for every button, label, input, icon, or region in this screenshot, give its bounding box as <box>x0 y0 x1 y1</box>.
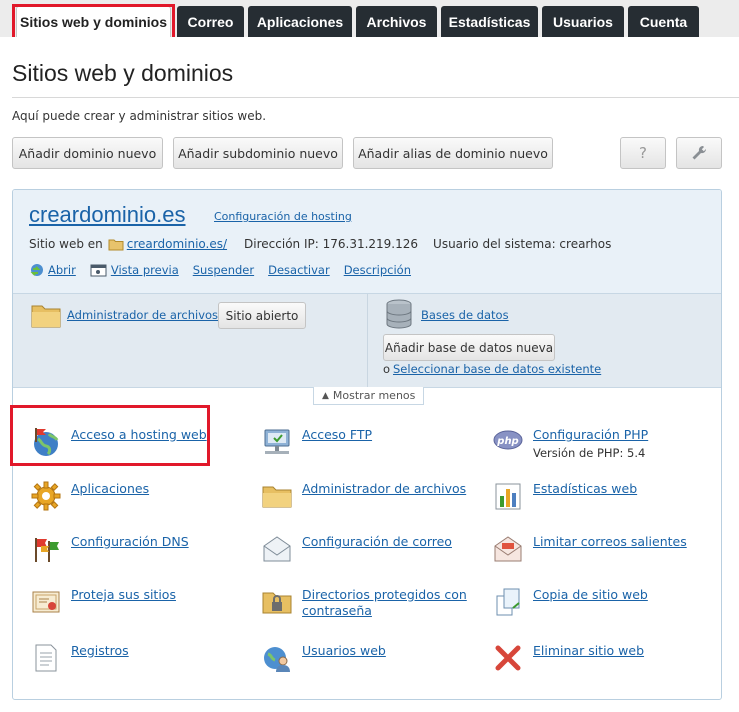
flags-icon <box>35 538 59 562</box>
mail-limit-icon <box>494 536 522 562</box>
settings-button[interactable] <box>676 137 722 169</box>
tool-php-config[interactable]: php Configuración PHP Versión de PHP: 5.4 <box>493 427 648 461</box>
deactivate-link[interactable]: Desactivar <box>268 263 330 277</box>
tool-web-stats[interactable]: Estadísticas web <box>493 481 637 511</box>
file-manager-link[interactable]: Administrador de archivos <box>67 308 218 322</box>
certificate-icon <box>32 591 60 613</box>
tool-web-users[interactable]: Usuarios web <box>262 643 386 673</box>
preview-link[interactable]: Vista previa <box>111 263 179 277</box>
tool-applications[interactable]: Aplicaciones <box>31 481 149 511</box>
select-database-link[interactable]: Seleccionar base de datos existente <box>393 362 601 376</box>
log-icon <box>35 644 57 672</box>
tab-estadisticas[interactable]: Estadísticas <box>441 6 538 37</box>
envelope-icon <box>263 536 291 562</box>
tool-dns-config[interactable]: Configuración DNS <box>31 534 189 564</box>
quick-access-section: Administrador de archivos Sitio abierto … <box>13 294 721 388</box>
bar-chart-icon <box>495 483 521 510</box>
tool-protected-dirs[interactable]: Directorios protegidos con contraseña <box>262 587 467 619</box>
tool-label[interactable]: Configuración de correo <box>302 534 452 549</box>
page-title: Sitios web y dominios <box>12 60 234 86</box>
tool-limit-mail[interactable]: Limitar correos salientes <box>493 534 687 564</box>
tool-label[interactable]: Proteja sus sitios <box>71 587 176 602</box>
tool-label[interactable]: Copia de sitio web <box>533 587 648 602</box>
help-button[interactable]: ? <box>620 137 666 169</box>
chevron-up-icon: ▲ <box>322 390 329 401</box>
gear-icon <box>31 481 61 511</box>
folder-icon <box>262 486 292 508</box>
tool-protect-sites[interactable]: Proteja sus sitios <box>31 587 176 617</box>
tool-label[interactable]: Acceso FTP <box>302 427 372 442</box>
tool-hosting-access[interactable]: Acceso a hosting web <box>31 427 207 457</box>
tool-label[interactable]: Usuarios web <box>302 643 386 658</box>
file-manager-folder-icon <box>31 305 61 328</box>
add-subdomain-button[interactable]: Añadir subdominio nuevo <box>173 137 343 169</box>
tab-cuenta[interactable]: Cuenta <box>628 6 699 37</box>
tool-label[interactable]: Configuración PHP <box>533 427 648 442</box>
tool-label[interactable]: Limitar correos salientes <box>533 534 687 549</box>
intro-text: Aquí puede crear y administrar sitios we… <box>12 109 267 123</box>
site-folder-link[interactable]: creardominio.es/ <box>127 237 227 251</box>
tool-label[interactable]: Configuración DNS <box>71 534 189 549</box>
web-users-icon <box>264 647 290 672</box>
open-globe-icon <box>30 264 43 276</box>
tool-label[interactable]: Eliminar sitio web <box>533 643 644 658</box>
php-version-label: Versión de PHP: 5.4 <box>533 446 646 460</box>
title-divider <box>12 97 739 98</box>
preview-action[interactable]: Vista previa <box>90 263 179 277</box>
tool-site-copy[interactable]: Copia de sitio web <box>493 587 648 617</box>
ftp-icon <box>264 429 290 454</box>
copy-icon <box>496 588 520 616</box>
domain-header: creardominio.es Configuración de hosting… <box>13 190 721 294</box>
locked-folder-icon <box>262 592 292 614</box>
tool-label[interactable]: Administrador de archivos <box>302 481 466 496</box>
section-divider <box>367 294 368 387</box>
add-database-button[interactable]: Añadir base de datos nueva <box>383 334 555 361</box>
add-domain-button[interactable]: Añadir dominio nuevo <box>12 137 163 169</box>
add-alias-button[interactable]: Añadir alias de dominio nuevo <box>353 137 553 169</box>
site-info: Sitio web en creardominio.es/ Dirección … <box>29 237 611 251</box>
delete-icon <box>495 645 521 671</box>
suspend-link[interactable]: Suspender <box>193 263 254 277</box>
tab-usuarios[interactable]: Usuarios <box>542 6 624 37</box>
site-prefix-label: Sitio web en <box>29 237 103 251</box>
tool-mail-config[interactable]: Configuración de correo <box>262 534 452 564</box>
open-link[interactable]: Abrir <box>48 263 76 277</box>
preview-icon <box>90 264 107 276</box>
hosting-config-link[interactable]: Configuración de hosting <box>214 210 352 223</box>
show-less-toggle[interactable]: ▲ Mostrar menos <box>313 387 425 405</box>
wrench-icon <box>692 145 707 160</box>
folder-icon <box>108 239 124 250</box>
tool-ftp-access[interactable]: Acceso FTP <box>262 427 372 457</box>
tab-correo[interactable]: Correo <box>177 6 244 37</box>
tab-aplicaciones[interactable]: Aplicaciones <box>248 6 352 37</box>
bullet-mark: o <box>383 362 391 376</box>
tool-label[interactable]: Acceso a hosting web <box>71 427 207 442</box>
globe-icon <box>34 428 59 456</box>
tool-label[interactable]: Registros <box>71 643 129 658</box>
domain-name-link[interactable]: creardominio.es <box>29 202 186 228</box>
database-icon <box>386 299 412 329</box>
help-icon: ? <box>639 144 647 162</box>
tool-label[interactable]: Aplicaciones <box>71 481 149 496</box>
tool-label[interactable]: Estadísticas web <box>533 481 637 496</box>
tool-logs[interactable]: Registros <box>31 643 129 673</box>
ip-address-label: Dirección IP: 176.31.219.126 <box>244 237 419 251</box>
main-tab-bar: Sitios web y dominios Correo Aplicacione… <box>0 0 739 37</box>
open-action[interactable]: Abrir <box>29 262 76 278</box>
description-link[interactable]: Descripción <box>344 263 411 277</box>
tool-delete-site[interactable]: Eliminar sitio web <box>493 643 644 673</box>
open-site-button[interactable]: Sitio abierto <box>218 302 306 329</box>
tab-sitios-web[interactable]: Sitios web y dominios <box>16 6 171 37</box>
svg-text:php: php <box>496 436 518 447</box>
system-user-label: Usuario del sistema: crearhos <box>433 237 612 251</box>
domain-actions: Abrir Vista previa Suspender Desactivar … <box>29 262 425 278</box>
php-icon: php <box>493 430 523 450</box>
show-less-label: Mostrar menos <box>332 389 416 402</box>
domain-panel: creardominio.es Configuración de hosting… <box>12 189 722 700</box>
tool-label[interactable]: Directorios protegidos con contraseña <box>302 587 467 618</box>
tab-archivos[interactable]: Archivos <box>356 6 437 37</box>
databases-link[interactable]: Bases de datos <box>421 308 509 322</box>
tool-file-manager[interactable]: Administrador de archivos <box>262 481 466 511</box>
